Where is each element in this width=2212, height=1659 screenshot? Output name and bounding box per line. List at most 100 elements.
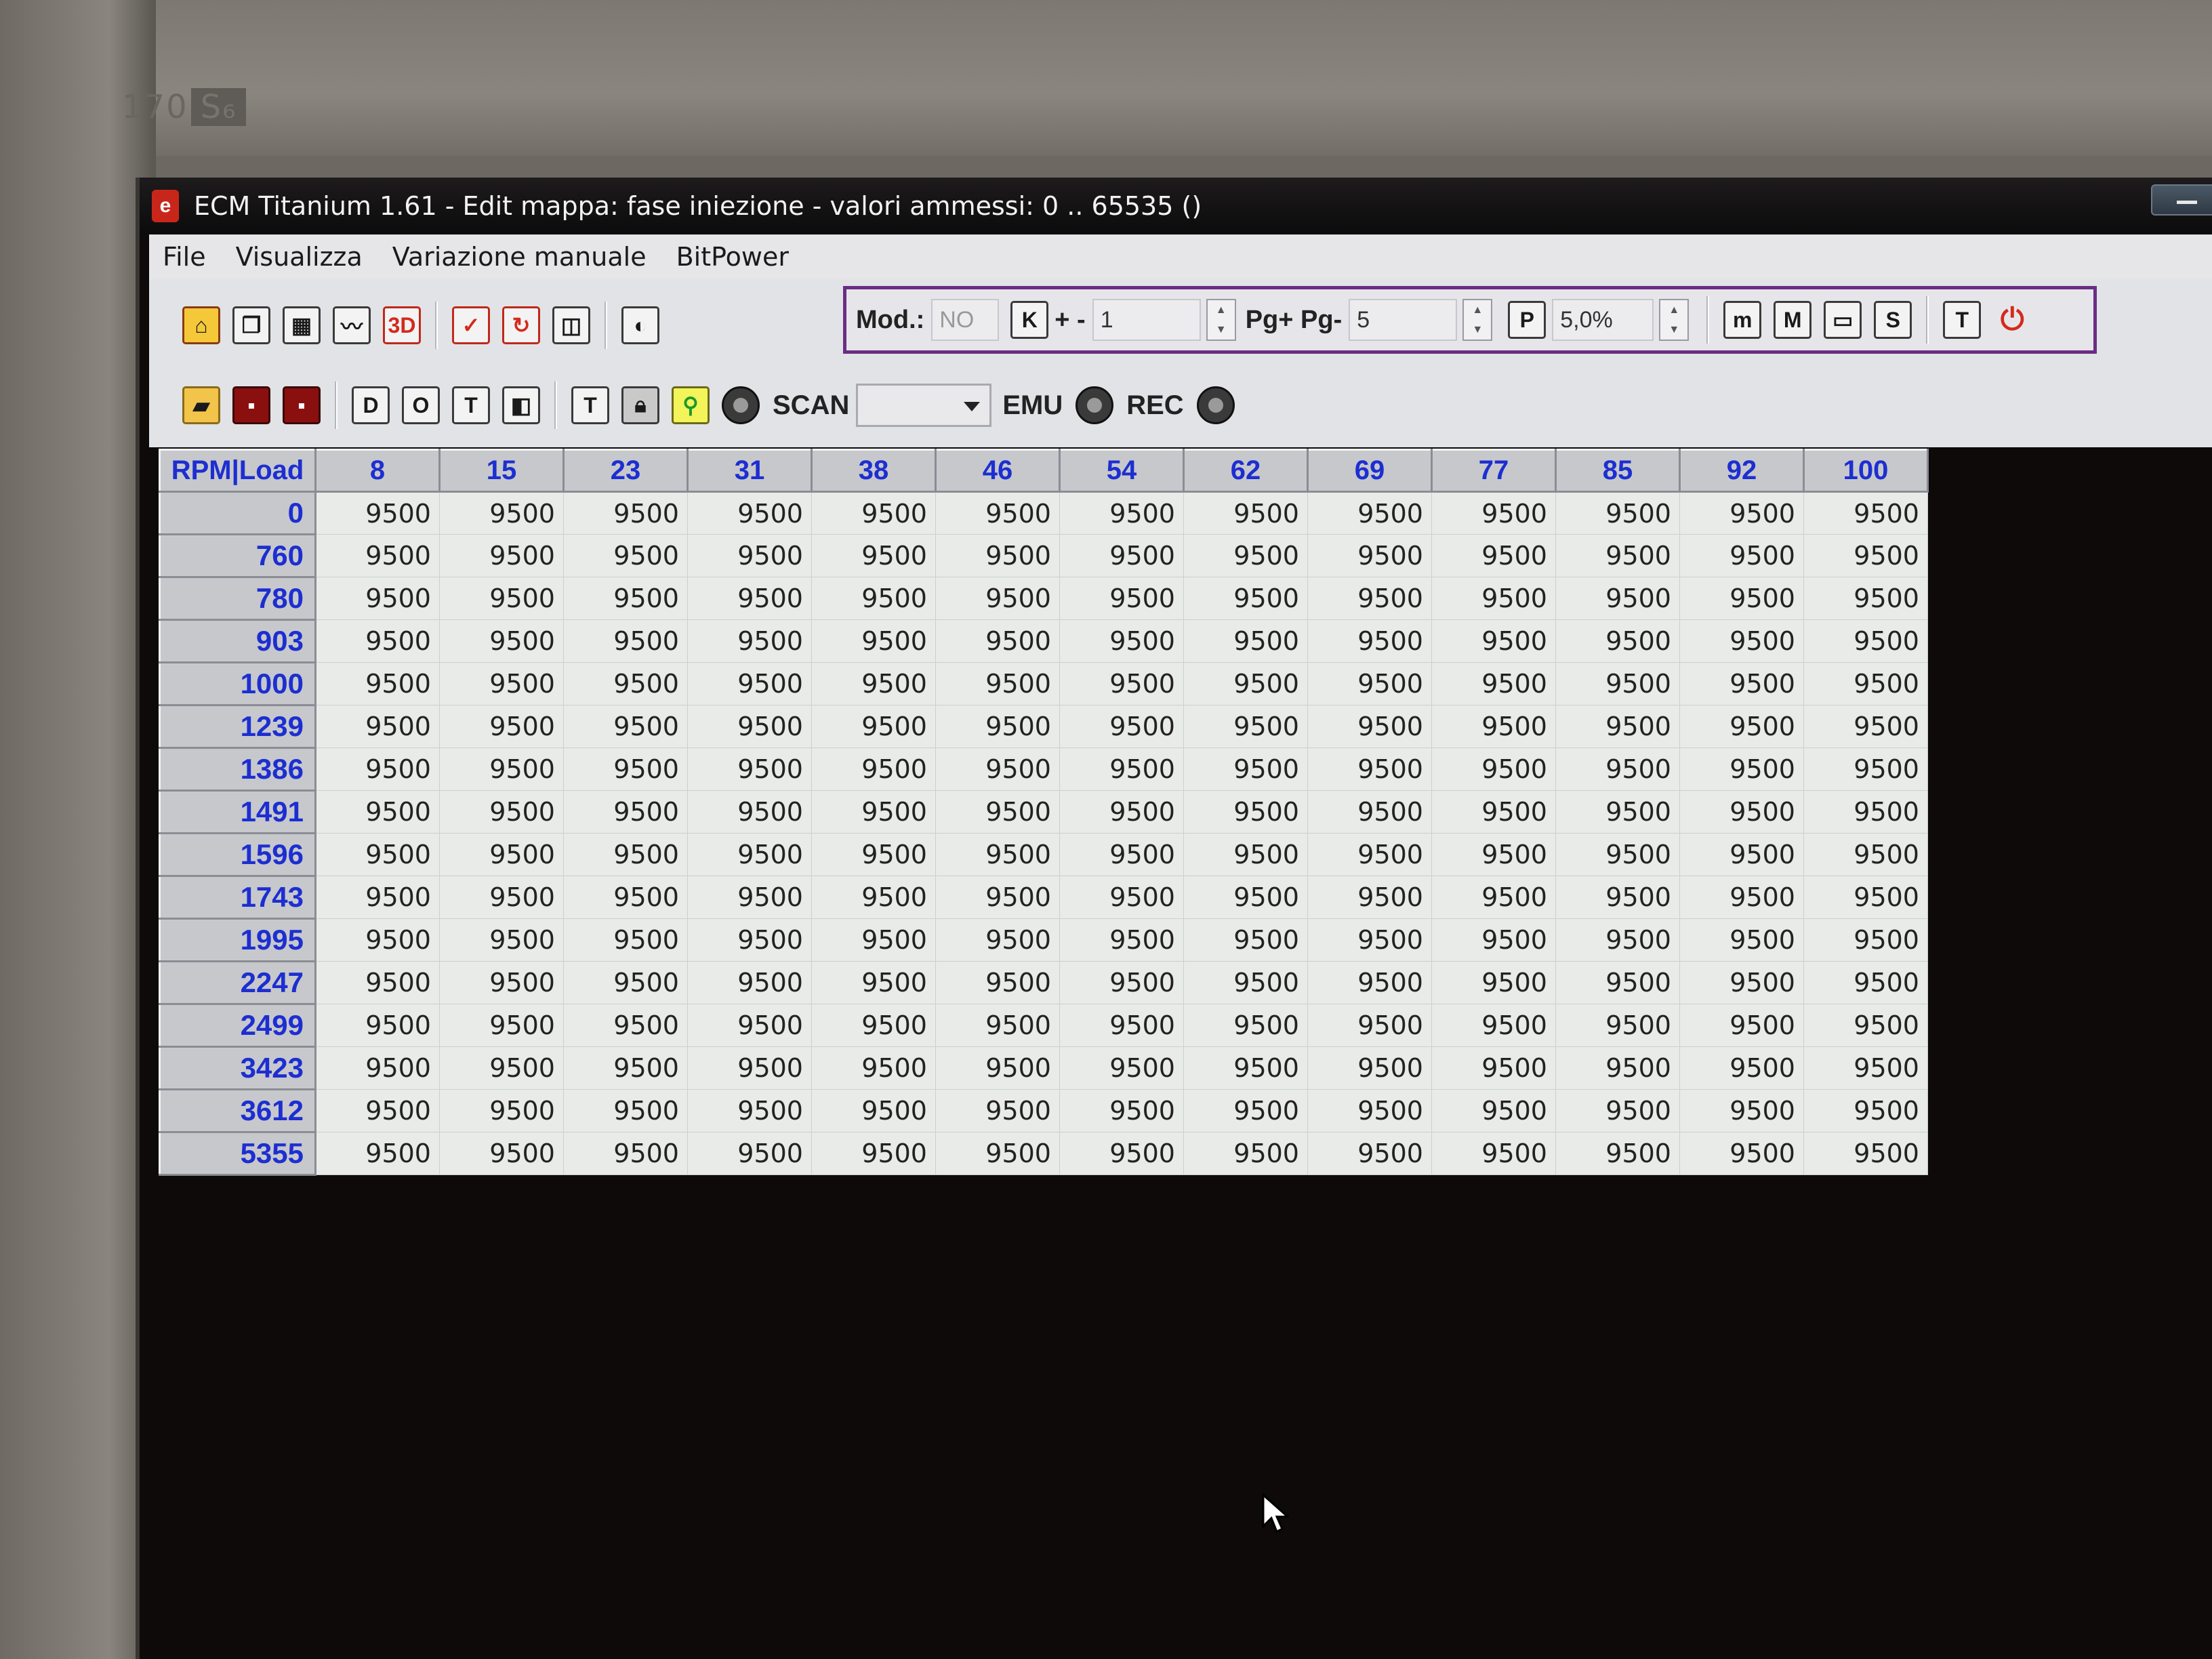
map-cell[interactable]: 9500 xyxy=(439,961,564,1004)
map-cell[interactable]: 9500 xyxy=(687,705,812,748)
map-cell[interactable]: 9500 xyxy=(687,918,812,962)
map-cell[interactable]: 9500 xyxy=(1183,1132,1308,1175)
up-arrow-icon[interactable]: ▲ xyxy=(1668,304,1679,316)
map-cell[interactable]: 9500 xyxy=(1431,1132,1556,1175)
map-cell[interactable]: 9500 xyxy=(1183,1089,1308,1132)
map-cell[interactable]: 9500 xyxy=(1679,1132,1804,1175)
map-cell[interactable]: 9500 xyxy=(439,1089,564,1132)
map-cell[interactable]: 9500 xyxy=(935,1089,1060,1132)
map-cell[interactable]: 9500 xyxy=(1307,833,1432,876)
menu-bitpower[interactable]: BitPower xyxy=(676,242,789,272)
rpm-row-header[interactable]: 1596 xyxy=(159,832,316,877)
map-cell[interactable]: 9500 xyxy=(315,747,440,791)
map-cell[interactable]: 9500 xyxy=(563,961,688,1004)
map-cell[interactable]: 9500 xyxy=(935,876,1060,919)
map-cell[interactable]: 9500 xyxy=(563,619,688,663)
percent-field[interactable]: 5,0% xyxy=(1552,299,1654,341)
map-cell[interactable]: 9500 xyxy=(1059,833,1184,876)
menu-variazione-manuale[interactable]: Variazione manuale xyxy=(392,242,647,272)
table-icon[interactable]: ▦ xyxy=(283,306,321,344)
map-cell[interactable]: 9500 xyxy=(1803,1004,1928,1047)
map-cell[interactable]: 9500 xyxy=(811,577,936,620)
minimize-button[interactable] xyxy=(2151,184,2212,216)
save-as-icon[interactable]: ▪ xyxy=(283,386,321,424)
map-cell[interactable]: 9500 xyxy=(1803,491,1928,535)
map-cell[interactable]: 9500 xyxy=(1059,790,1184,834)
map-cell[interactable]: 9500 xyxy=(935,961,1060,1004)
map-cell[interactable]: 9500 xyxy=(1803,619,1928,663)
down-arrow-icon[interactable]: ▼ xyxy=(1472,324,1483,336)
map-cell[interactable]: 9500 xyxy=(1431,619,1556,663)
map-cell[interactable]: 9500 xyxy=(1183,619,1308,663)
load-column-header[interactable]: 31 xyxy=(687,449,813,493)
map-cell[interactable]: 9500 xyxy=(935,1004,1060,1047)
map-cell[interactable]: 9500 xyxy=(1803,918,1928,962)
runner-icon[interactable]: ⚲ xyxy=(672,386,710,424)
map-cell[interactable]: 9500 xyxy=(811,876,936,919)
map-cell[interactable]: 9500 xyxy=(563,1046,688,1090)
map-cell[interactable]: 9500 xyxy=(1555,876,1680,919)
map-cell[interactable]: 9500 xyxy=(1431,747,1556,791)
map-cell[interactable]: 9500 xyxy=(935,1132,1060,1175)
edit-check-icon[interactable]: ✓ xyxy=(452,306,490,344)
map-cell[interactable]: 9500 xyxy=(1059,961,1184,1004)
menu-visualizza[interactable]: Visualizza xyxy=(236,242,363,272)
rpm-row-header[interactable]: 2499 xyxy=(159,1003,316,1048)
map-cell[interactable]: 9500 xyxy=(1183,577,1308,620)
ecm-app-icon[interactable]: e xyxy=(152,190,179,222)
map-cell[interactable]: 9500 xyxy=(1183,1004,1308,1047)
map-cell[interactable]: 9500 xyxy=(935,790,1060,834)
window-icon[interactable]: ◫ xyxy=(552,306,590,344)
map-cell[interactable]: 9500 xyxy=(1307,534,1432,577)
map-cell[interactable]: 9500 xyxy=(811,790,936,834)
window-split-icon[interactable]: ◧ xyxy=(502,386,540,424)
map-cell[interactable]: 9500 xyxy=(563,1132,688,1175)
map-cell[interactable]: 9500 xyxy=(1803,662,1928,705)
map-cell[interactable]: 9500 xyxy=(1679,876,1804,919)
map-cell[interactable]: 9500 xyxy=(1803,1089,1928,1132)
map-cell[interactable]: 9500 xyxy=(439,534,564,577)
map-cell[interactable]: 9500 xyxy=(1803,961,1928,1004)
map-cell[interactable]: 9500 xyxy=(935,534,1060,577)
map-cell[interactable]: 9500 xyxy=(563,491,688,535)
map-cell[interactable]: 9500 xyxy=(1183,918,1308,962)
rpm-row-header[interactable]: 1386 xyxy=(159,747,316,792)
map-cell[interactable]: 9500 xyxy=(1059,876,1184,919)
map-cell[interactable]: 9500 xyxy=(1183,747,1308,791)
map-cell[interactable]: 9500 xyxy=(1307,747,1432,791)
map-cell[interactable]: 9500 xyxy=(1183,1046,1308,1090)
map-cell[interactable]: 9500 xyxy=(439,491,564,535)
map-cell[interactable]: 9500 xyxy=(811,1132,936,1175)
map-cell[interactable]: 9500 xyxy=(1679,790,1804,834)
map-cell[interactable]: 9500 xyxy=(563,662,688,705)
map-cell[interactable]: 9500 xyxy=(1679,747,1804,791)
map-cell[interactable]: 9500 xyxy=(315,876,440,919)
window-t-icon[interactable]: T xyxy=(452,386,490,424)
map-cell[interactable]: 9500 xyxy=(1431,534,1556,577)
map-cell[interactable]: 9500 xyxy=(811,747,936,791)
windows-icon[interactable]: ❐ xyxy=(232,306,270,344)
map-cell[interactable]: 9500 xyxy=(1183,876,1308,919)
map-cell[interactable]: 9500 xyxy=(1803,833,1928,876)
map-cell[interactable]: 9500 xyxy=(1803,876,1928,919)
map-cell[interactable]: 9500 xyxy=(1679,918,1804,962)
window-t2-icon[interactable]: T xyxy=(571,386,609,424)
graph-3d-icon[interactable]: 3D xyxy=(383,306,421,344)
map-cell[interactable]: 9500 xyxy=(1059,1089,1184,1132)
map-cell[interactable]: 9500 xyxy=(935,918,1060,962)
map-cell[interactable]: 9500 xyxy=(315,577,440,620)
map-cell[interactable]: 9500 xyxy=(1059,662,1184,705)
map-cell[interactable]: 9500 xyxy=(1555,1004,1680,1047)
map-cell[interactable]: 9500 xyxy=(1679,491,1804,535)
map-cell[interactable]: 9500 xyxy=(1059,1046,1184,1090)
rpm-row-header[interactable]: 760 xyxy=(159,533,316,578)
map-cell[interactable]: 9500 xyxy=(935,577,1060,620)
map-cell[interactable]: 9500 xyxy=(439,577,564,620)
map-cell[interactable]: 9500 xyxy=(1307,705,1432,748)
map-cell[interactable]: 9500 xyxy=(811,918,936,962)
map-cell[interactable]: 9500 xyxy=(563,876,688,919)
map-cell[interactable]: 9500 xyxy=(315,1004,440,1047)
map-cell[interactable]: 9500 xyxy=(1555,619,1680,663)
load-column-header[interactable]: 8 xyxy=(314,449,441,493)
map-cell[interactable]: 9500 xyxy=(439,918,564,962)
